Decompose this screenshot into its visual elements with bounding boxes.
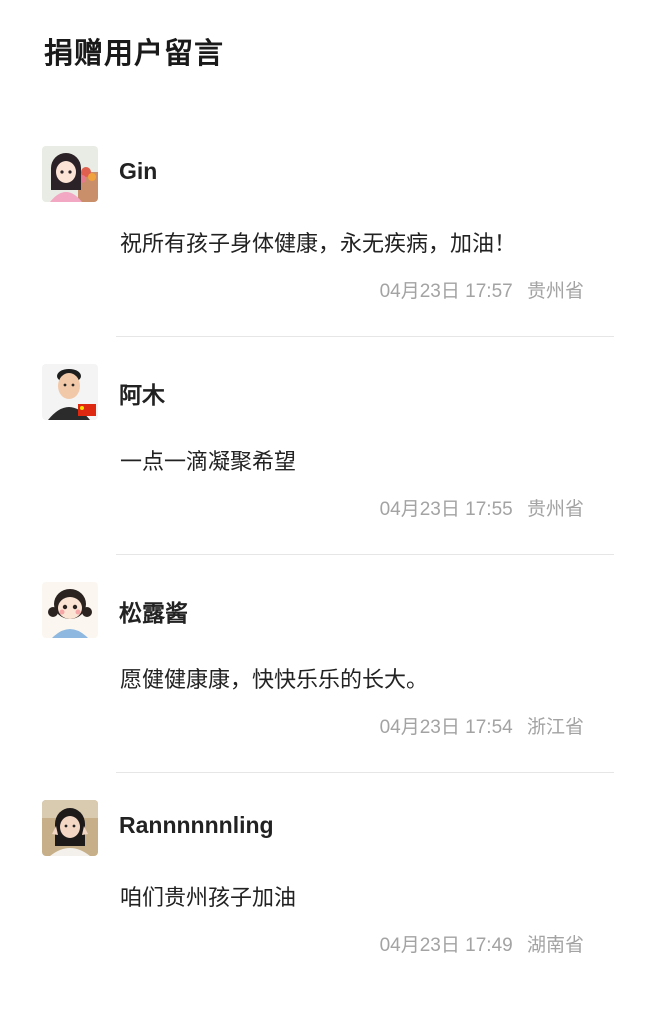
donor-messages-page: 捐赠用户留言 Gin 祝所有孩子身体健康，永无疾病，加油！ 04月23日 17:… (0, 0, 660, 990)
girl-with-flowers-avatar-icon (42, 146, 98, 202)
section-title: 捐赠用户留言 (44, 36, 225, 70)
avatar[interactable] (42, 582, 98, 638)
comment-region: 湖南省 (526, 934, 584, 956)
message-text: 愿健健康康，快快乐乐的长大。 (120, 668, 429, 693)
username[interactable]: Rannnnnnling (119, 812, 274, 839)
comment-date: 04月23日 (379, 499, 460, 520)
divider (116, 554, 614, 555)
comment-item: Gin 祝所有孩子身体健康，永无疾病，加油！ 04月23日 17:57 贵州省 (0, 146, 660, 364)
message-text: 一点一滴凝聚希望 (120, 450, 297, 475)
username[interactable]: Gin (119, 158, 157, 185)
avatar[interactable] (42, 364, 98, 420)
divider (116, 336, 614, 337)
comment-item: 阿木 一点一滴凝聚希望 04月23日 17:55 贵州省 (0, 364, 660, 582)
username[interactable]: 松露酱 (119, 594, 188, 628)
man-with-flag-avatar-icon (42, 364, 98, 420)
comment-region: 浙江省 (526, 716, 584, 738)
comment-time: 17:55 (465, 499, 513, 520)
comment-time: 17:54 (465, 717, 513, 738)
comment-meta: 04月23日 17:57 贵州省 (380, 276, 584, 303)
comment-meta: 04月23日 17:54 浙江省 (380, 712, 584, 739)
username[interactable]: 阿木 (119, 376, 165, 410)
comment-time: 17:57 (465, 281, 513, 302)
comment-date: 04月23日 (379, 935, 460, 956)
girl-photo-avatar-icon (42, 800, 98, 856)
message-text: 祝所有孩子身体健康，永无疾病，加油！ (120, 232, 517, 257)
message-text: 咱们贵州孩子加油 (120, 886, 297, 911)
comment-date: 04月23日 (379, 717, 460, 738)
comment-meta: 04月23日 17:49 湖南省 (380, 930, 584, 957)
comment-meta: 04月23日 17:55 贵州省 (380, 494, 584, 521)
comment-region: 贵州省 (526, 498, 584, 520)
divider (116, 772, 614, 773)
avatar[interactable] (42, 800, 98, 856)
avatar[interactable] (42, 146, 98, 202)
comment-date: 04月23日 (379, 281, 460, 302)
comment-item: Rannnnnnling 咱们贵州孩子加油 04月23日 17:49 湖南省 (0, 800, 660, 1018)
cartoon-girl-avatar-icon (42, 582, 98, 638)
comment-time: 17:49 (465, 935, 513, 956)
comment-item: 松露酱 愿健健康康，快快乐乐的长大。 04月23日 17:54 浙江省 (0, 582, 660, 800)
comment-region: 贵州省 (526, 280, 584, 302)
